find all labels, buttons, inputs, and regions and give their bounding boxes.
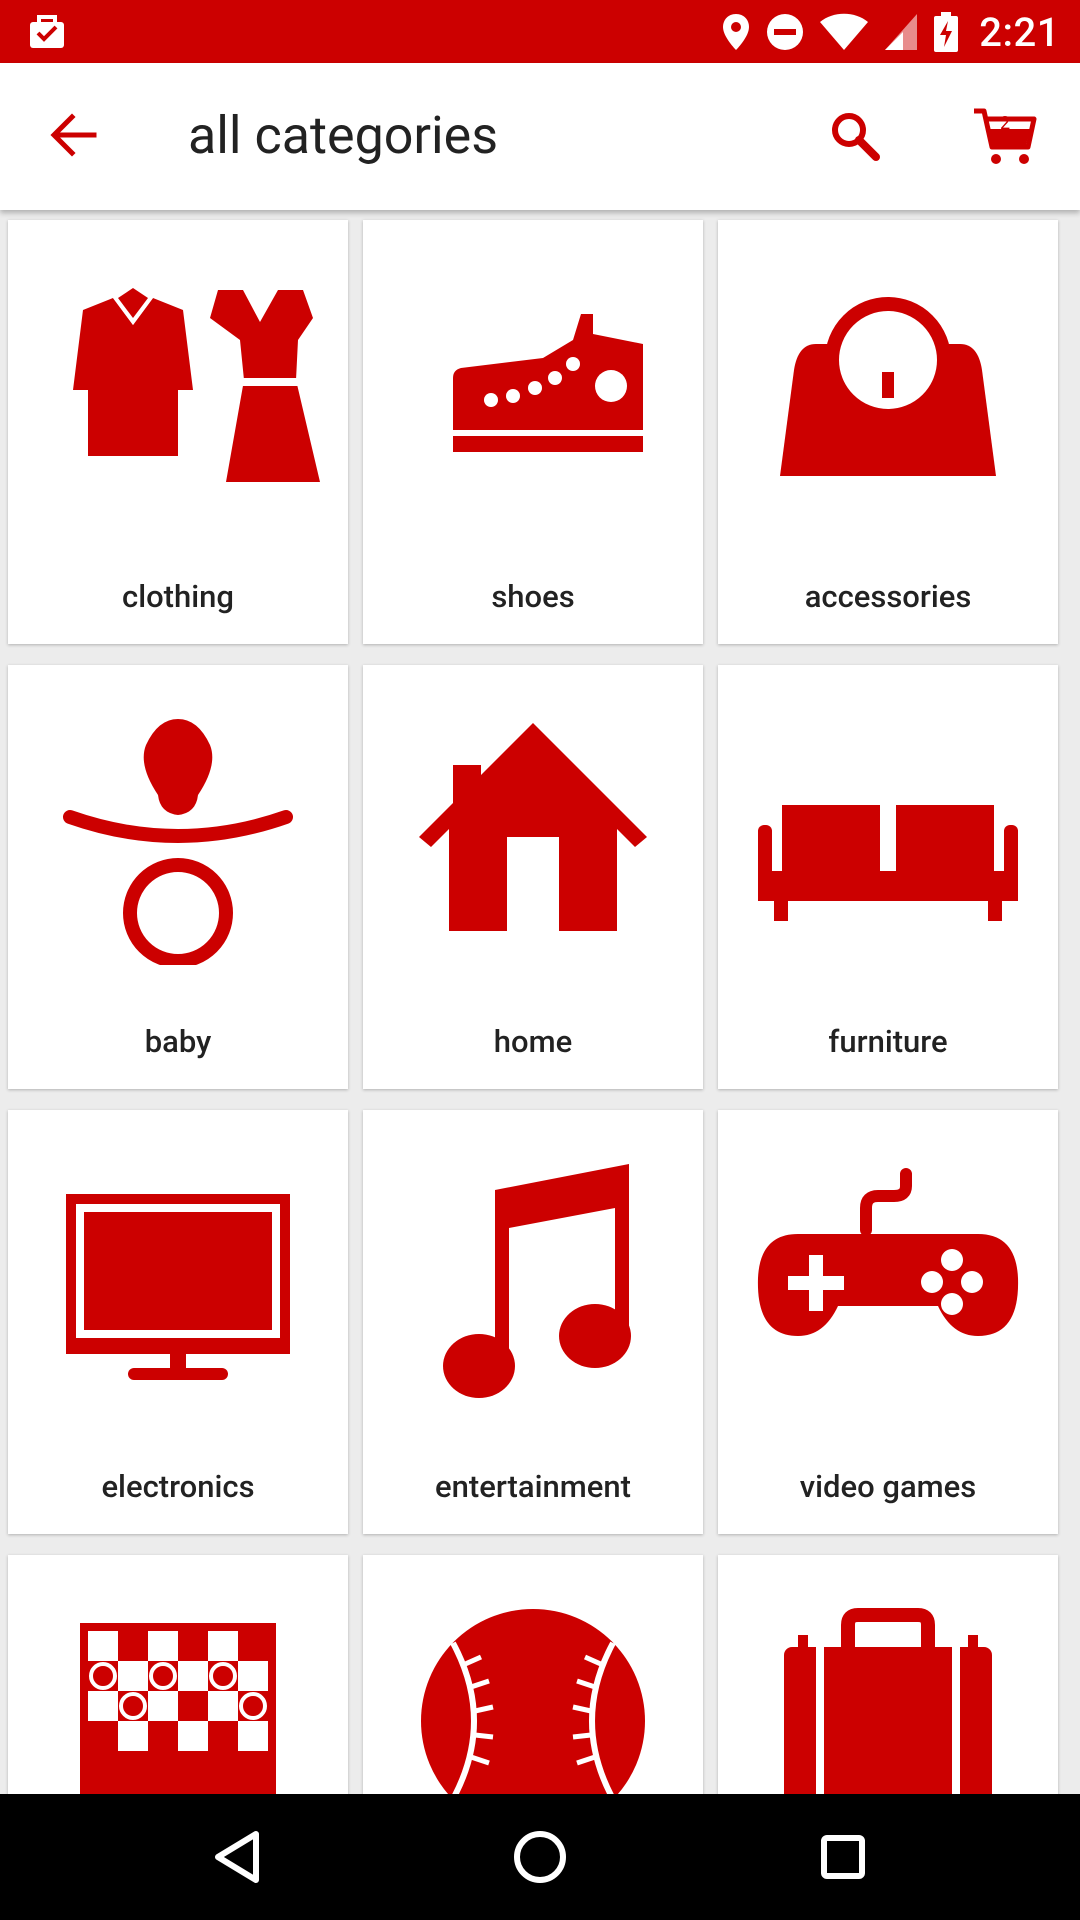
sofa-icon — [758, 805, 1018, 921]
back-nav-icon[interactable] — [204, 1824, 270, 1890]
category-label: baby — [144, 1023, 212, 1060]
category-tile-video-games[interactable]: video games — [718, 1110, 1058, 1534]
category-tile-shoes[interactable]: shoes — [363, 220, 703, 644]
page-title: all categories — [188, 105, 499, 166]
handbag-icon — [780, 297, 996, 476]
category-label: shoes — [491, 578, 575, 615]
category-tile-baby[interactable]: baby — [8, 665, 348, 1089]
category-label: entertainment — [435, 1468, 631, 1505]
clothing-icon — [73, 284, 320, 482]
home-nav-icon[interactable] — [507, 1824, 573, 1890]
battery-charging-icon — [934, 12, 959, 52]
app-bar: all categories 2 — [0, 63, 1080, 210]
house-icon — [419, 723, 647, 931]
check-bag-notification-icon — [30, 15, 64, 48]
status-clock: 2:21 — [979, 8, 1060, 56]
music-note-icon — [443, 1164, 631, 1398]
search-icon[interactable] — [826, 107, 886, 167]
category-tile-clothing[interactable]: clothing — [8, 220, 348, 644]
back-arrow-icon[interactable] — [46, 107, 102, 163]
category-tile-accessories[interactable]: accessories — [718, 220, 1058, 644]
checkerboard-icon — [80, 1623, 276, 1794]
category-tile-home[interactable]: home — [363, 665, 703, 1089]
category-tile-toys[interactable] — [8, 1555, 348, 1794]
tv-icon — [66, 1194, 290, 1380]
category-label: furniture — [828, 1023, 948, 1060]
category-grid: clothing shoes accessories baby home fur… — [0, 210, 1080, 1794]
location-icon — [723, 14, 750, 50]
category-tile-electronics[interactable]: electronics — [8, 1110, 348, 1534]
signal-icon — [885, 14, 918, 50]
sneaker-icon — [453, 314, 643, 452]
system-nav-bar — [0, 1794, 1080, 1920]
pacifier-icon — [63, 719, 293, 965]
category-tile-entertainment[interactable]: entertainment — [363, 1110, 703, 1534]
category-label: accessories — [804, 578, 972, 615]
status-bar: 2:21 — [0, 0, 1080, 63]
wifi-icon — [820, 13, 869, 50]
category-tile-luggage[interactable] — [718, 1555, 1058, 1794]
category-label: video games — [799, 1468, 977, 1505]
category-tile-furniture[interactable]: furniture — [718, 665, 1058, 1089]
do-not-disturb-icon — [767, 14, 804, 50]
gamepad-icon — [757, 1168, 1019, 1336]
luggage-icon — [784, 1608, 992, 1794]
category-tile-sports[interactable] — [363, 1555, 703, 1794]
cart-count-badge: 2 — [999, 113, 1011, 134]
category-label: clothing — [122, 578, 234, 615]
category-label: home — [493, 1023, 573, 1060]
recents-nav-icon[interactable] — [810, 1824, 876, 1890]
baseball-icon — [421, 1609, 645, 1794]
category-label: electronics — [101, 1468, 255, 1505]
